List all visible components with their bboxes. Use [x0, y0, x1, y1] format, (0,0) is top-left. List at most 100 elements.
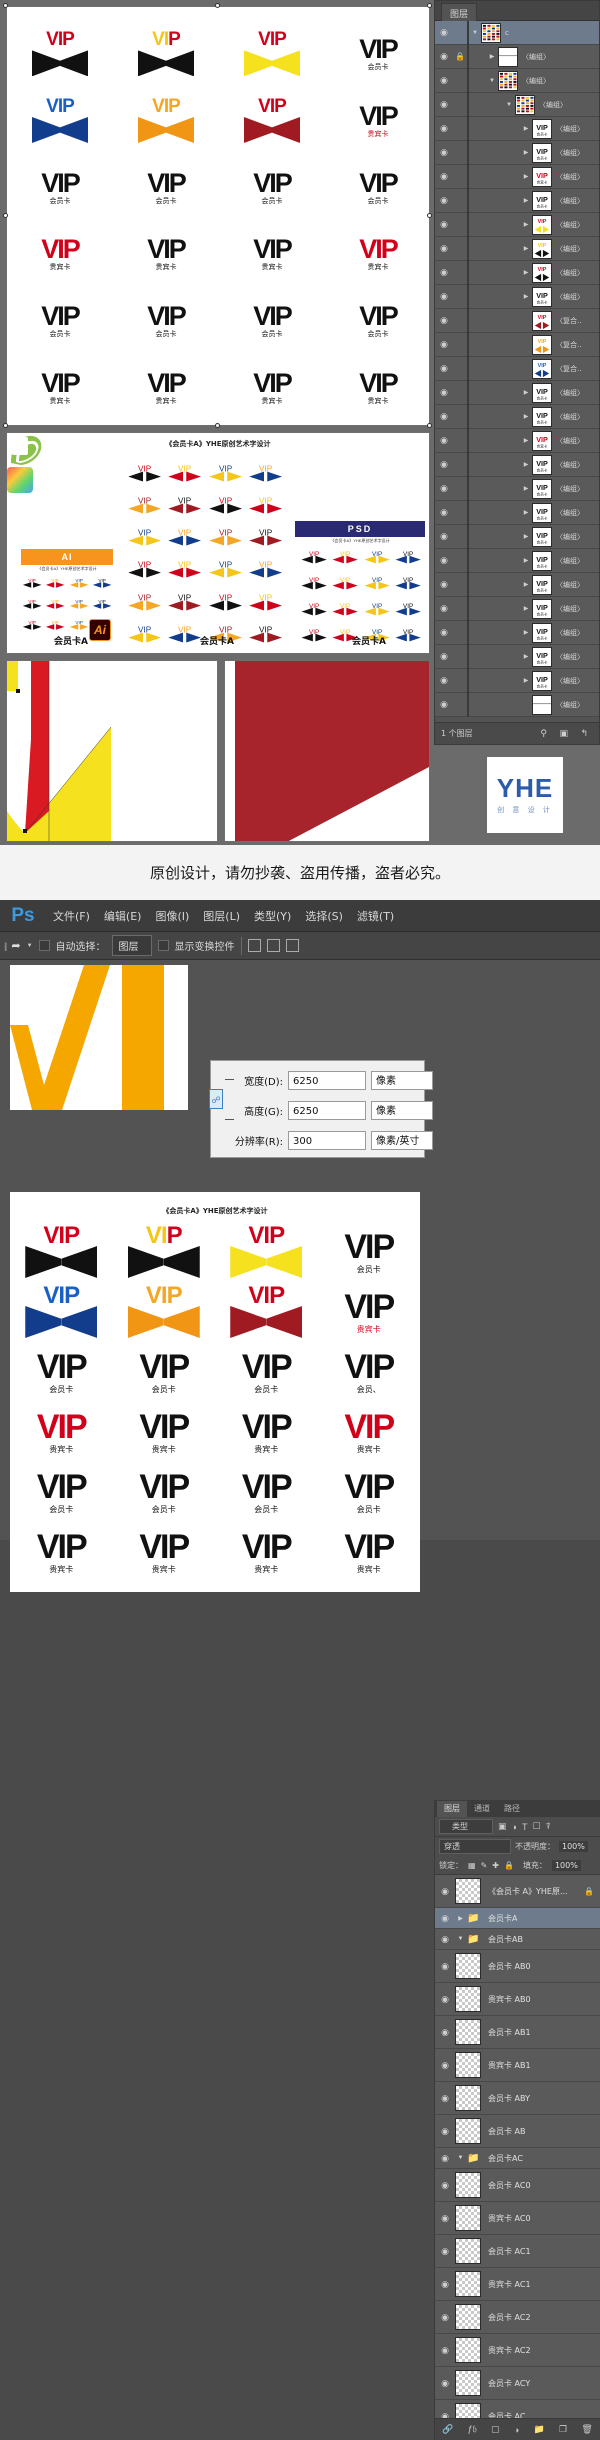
eye-icon[interactable]: ◉ — [435, 2411, 455, 2419]
layer-name[interactable]: 〈编组〉 — [556, 196, 584, 206]
layer-thumbnail[interactable] — [498, 70, 518, 91]
layer-name[interactable]: 会员卡AB — [488, 1934, 523, 1945]
layer-thumbnail[interactable] — [455, 2304, 481, 2330]
disclosure-triangle-icon[interactable]: ▶ — [520, 677, 532, 684]
layer-name[interactable]: 贵宾卡 AC0 — [488, 2213, 531, 2224]
lock-transparency-icon[interactable]: ▦ — [468, 1861, 476, 1870]
layer-name[interactable]: 《会员卡 A》YHE原... — [488, 1886, 568, 1897]
layer-row[interactable]: ◉ 会员卡 AC1 — [435, 2235, 600, 2268]
folder-icon[interactable]: 📁 — [534, 2424, 545, 2435]
layer-thumbnail[interactable] — [481, 22, 501, 43]
selection-handle-tc[interactable] — [215, 3, 220, 8]
width-unit-dropdown[interactable]: 像素 — [371, 1070, 433, 1090]
layer-name[interactable]: 〈编组〉 — [522, 52, 550, 62]
eye-icon[interactable]: ◉ — [435, 459, 453, 470]
zoomed-letterform-canvas[interactable] — [10, 965, 188, 1110]
layer-name[interactable]: 会员卡 AB — [488, 2126, 526, 2137]
layer-name[interactable]: 〈编组〉 — [556, 676, 584, 686]
disclosure-triangle-icon[interactable]: ▶ — [520, 485, 532, 492]
eye-icon[interactable]: ◉ — [435, 2060, 455, 2071]
layer-name[interactable]: 〈编组〉 — [556, 268, 584, 278]
text-icon[interactable]: T — [522, 1822, 528, 1832]
layer-thumbnail[interactable] — [455, 2052, 481, 2078]
eye-icon[interactable]: ◉ — [435, 507, 453, 518]
eye-icon[interactable]: ◉ — [435, 1886, 455, 1897]
eye-icon[interactable]: ◉ — [435, 531, 453, 542]
layer-thumbnail[interactable] — [455, 1953, 481, 1979]
blend-mode-dropdown[interactable]: 穿透 — [439, 1839, 511, 1854]
layer-row[interactable]: ◉ ▼ c — [435, 21, 599, 45]
disclosure-triangle-icon[interactable]: ▶ — [520, 437, 532, 444]
photoshop-menubar[interactable]: Ps 文件(F) 编辑(E) 图像(I) 图层(L) 类型(Y) 选择(S) 滤… — [0, 900, 600, 932]
selection-handle-bc[interactable] — [215, 423, 220, 428]
eye-icon[interactable]: ◉ — [435, 2153, 455, 2164]
layer-row[interactable]: ◉ ▶ VIP 会员卡 〈编组〉 — [435, 668, 599, 693]
eye-icon[interactable]: ◉ — [435, 651, 453, 662]
layer-thumbnail[interactable]: VIP — [532, 310, 552, 331]
blend-mode-bar[interactable]: 穿透 不透明度： 100% — [435, 1837, 600, 1856]
layer-thumbnail[interactable]: VIP — [532, 238, 552, 259]
eye-icon[interactable]: ◉ — [435, 1961, 455, 1972]
delete-icon[interactable]: 🗑 — [581, 2424, 592, 2435]
menu-file[interactable]: 文件(F) — [46, 908, 97, 924]
layer-thumbnail[interactable]: VIP — [532, 334, 552, 355]
disclosure-triangle-icon[interactable]: ▶ — [520, 461, 532, 468]
photoshop-options-bar[interactable]: |||| ➦ ▼ 自动选择： 图层 显示变换控件 — [0, 932, 600, 960]
layer-row[interactable]: ◉ 会员卡 AB0 — [435, 1950, 600, 1983]
layer-name[interactable]: 〈编组〉 — [556, 436, 584, 446]
layer-name[interactable]: 〈编组〉 — [556, 556, 584, 566]
layers-list-top[interactable]: ◉ ▼ c ◉ 🔒 ▶ 〈编组〉 ◉ ▼ 〈编组〉 ◉ ▼ 〈编组〉 ◉ ▶ VIP 会员卡 〈编组〉 ◉ ▶ VIP 会… — [435, 21, 599, 722]
layer-row[interactable]: ◉ 贵宾卡 AC0 — [435, 2202, 600, 2235]
layer-name[interactable]: 〈编组〉 — [556, 460, 584, 470]
layer-row[interactable]: ◉ 《会员卡 A》YHE原... 🔒 — [435, 1875, 600, 1908]
layer-thumbnail[interactable] — [455, 2172, 481, 2198]
layers-filter-bar[interactable]: 类型 ▣ ◑ T ☐ ⍒ — [435, 1817, 600, 1837]
layer-thumbnail[interactable] — [515, 94, 535, 115]
eye-icon[interactable]: ◉ — [435, 27, 453, 38]
layers-panel-top-status-icons[interactable]: ⚲ ▣ ↰ — [540, 728, 593, 739]
disclosure-triangle-icon[interactable]: ▼ — [503, 102, 515, 108]
lock-bar[interactable]: 锁定： ▦ ✎ ✚ 🔒 填充： 100% — [435, 1856, 600, 1875]
layer-name[interactable]: 〈编组〉 — [556, 124, 584, 134]
smart-object-icon[interactable]: ⍒ — [546, 1821, 551, 1832]
layer-name[interactable]: 会员卡 AB0 — [488, 1961, 531, 1972]
layer-group-row[interactable]: ◉ ▼ 📁 会员卡AC — [435, 2148, 600, 2169]
eye-icon[interactable]: ◉ — [435, 2093, 455, 2104]
eye-icon[interactable]: ◉ — [435, 267, 453, 278]
layer-row[interactable]: ◉ 会员卡 AC — [435, 2400, 600, 2418]
layer-row[interactable]: ◉ ▶ VIP 会员卡 〈编组〉 — [435, 380, 599, 405]
selection-handle-br[interactable] — [427, 423, 432, 428]
layer-thumbnail[interactable]: VIP 会员卡 — [532, 526, 552, 547]
eye-icon[interactable]: ◉ — [435, 75, 453, 86]
eye-icon[interactable]: ◉ — [435, 2279, 455, 2290]
layer-name[interactable]: 〈编组〉 — [556, 484, 584, 494]
layer-row[interactable]: ◉ ▶ VIP 会员卡 〈编组〉 — [435, 524, 599, 549]
layer-name[interactable]: 〈编组〉 — [539, 100, 567, 110]
layer-name[interactable]: 会员卡 ABY — [488, 2093, 530, 2104]
layer-row[interactable]: ◉ ▶ VIP 会员卡 〈编组〉 — [435, 116, 599, 141]
eye-icon[interactable]: ◉ — [435, 51, 453, 62]
layer-row[interactable]: ◉ ▶ VIP 会员卡 〈编组〉 — [435, 404, 599, 429]
layer-row[interactable]: ◉ ▶ VIP 会员卡 〈编组〉 — [435, 476, 599, 501]
shape-icon[interactable]: ☐ — [532, 1821, 540, 1832]
layer-name[interactable]: 〈编组〉 — [556, 652, 584, 662]
show-transform-checkbox[interactable] — [157, 940, 169, 951]
layer-name[interactable]: 〈编组〉 — [556, 532, 584, 542]
lock-all-icon[interactable]: 🔒 — [504, 1861, 514, 1870]
layer-row[interactable]: ◉ ▶ VIP 〈编组〉 — [435, 236, 599, 261]
disclosure-triangle-icon[interactable]: ▶ — [520, 269, 532, 276]
layer-row[interactable]: ◉ ▶ VIP 会员卡 〈编组〉 — [435, 452, 599, 477]
layers-panel-top[interactable]: 图层 ◉ ▼ c ◉ 🔒 ▶ 〈编组〉 ◉ ▼ 〈编组〉 ◉ ▼ 〈编组〉 ◉ ▶ VIP 会员卡 〈编组〉 ◉ ▶ V… — [434, 0, 600, 745]
layer-row[interactable]: ◉ 〈编组〉 — [435, 692, 599, 717]
layer-name[interactable]: 贵宾卡 AC1 — [488, 2279, 531, 2290]
disclosure-triangle-icon[interactable]: ▶ — [520, 629, 532, 636]
eye-icon[interactable]: ◉ — [435, 1934, 455, 1945]
align-center-icon[interactable] — [266, 939, 280, 952]
disclosure-triangle-icon[interactable]: ▼ — [486, 78, 498, 84]
menu-select[interactable]: 选择(S) — [298, 908, 350, 924]
photoshop-canvas-area[interactable]: ☍ 宽度(D): 6250 像素 高度(G): 6250 像素 分辨率(R): … — [0, 960, 434, 1592]
eye-icon[interactable]: ◉ — [435, 339, 453, 350]
layer-name[interactable]: 〈编组〉 — [556, 412, 584, 422]
layer-thumbnail[interactable] — [455, 2403, 481, 2418]
lock-image-icon[interactable]: ✎ — [481, 1861, 488, 1870]
